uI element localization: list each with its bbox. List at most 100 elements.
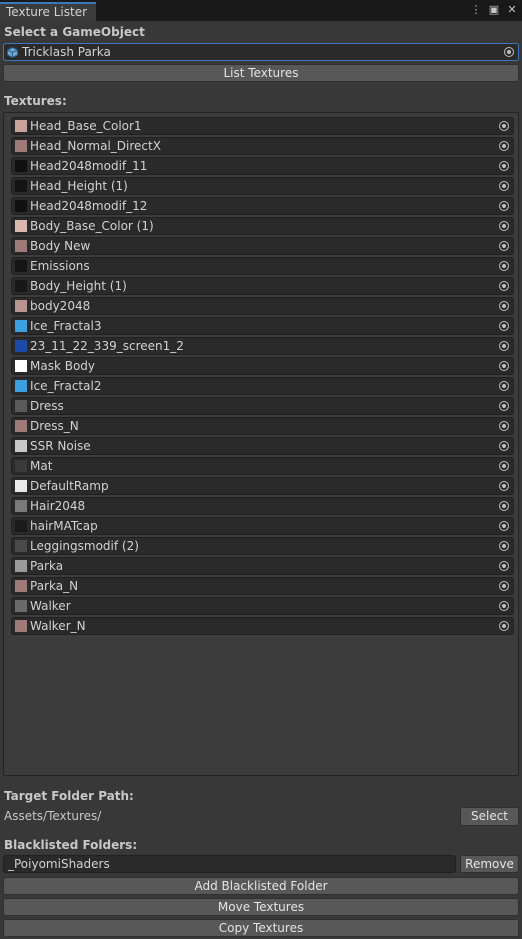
texture-name: Hair2048 xyxy=(30,499,86,513)
texture-thumbnail-icon xyxy=(15,320,27,332)
object-picker-icon[interactable] xyxy=(499,381,509,391)
texture-name: Ice_Fractal3 xyxy=(30,319,102,333)
blacklisted-folders-label: Blacklisted Folders: xyxy=(4,838,138,852)
object-picker-icon[interactable] xyxy=(499,181,509,191)
texture-thumbnail-icon xyxy=(15,280,27,292)
object-picker-icon[interactable] xyxy=(499,621,509,631)
object-picker-icon[interactable] xyxy=(499,141,509,151)
texture-name: Emissions xyxy=(30,259,90,273)
texture-row[interactable]: Body New xyxy=(11,237,514,255)
more-vert-icon[interactable]: ⋮ xyxy=(470,3,482,17)
window-tab-bar: Texture Lister ⋮ ▣ ✕ xyxy=(0,0,522,21)
texture-row[interactable]: Head_Normal_DirectX xyxy=(11,137,514,155)
texture-row[interactable]: Hair2048 xyxy=(11,497,514,515)
texture-thumbnail-icon xyxy=(15,300,27,312)
texture-row[interactable]: Walker xyxy=(11,597,514,615)
move-textures-button[interactable]: Move Textures xyxy=(3,898,519,916)
texture-row[interactable]: Ice_Fractal2 xyxy=(11,377,514,395)
texture-name: Parka_N xyxy=(30,579,79,593)
texture-row[interactable]: Dress_N xyxy=(11,417,514,435)
texture-name: Leggingsmodif (2) xyxy=(30,539,139,553)
texture-row[interactable]: DefaultRamp xyxy=(11,477,514,495)
object-picker-icon[interactable] xyxy=(499,301,509,311)
texture-thumbnail-icon xyxy=(15,460,27,472)
texture-name: hairMATcap xyxy=(30,519,98,533)
object-picker-icon[interactable] xyxy=(504,47,514,57)
texture-row[interactable]: 23_11_22_339_screen1_2 xyxy=(11,337,514,355)
texture-row[interactable]: Parka xyxy=(11,557,514,575)
texture-row[interactable]: Mask Body xyxy=(11,357,514,375)
texture-name: DefaultRamp xyxy=(30,479,109,493)
texture-thumbnail-icon xyxy=(15,440,27,452)
remove-blacklisted-button[interactable]: Remove xyxy=(460,855,519,873)
add-blacklisted-folder-button[interactable]: Add Blacklisted Folder xyxy=(3,877,519,895)
object-picker-icon[interactable] xyxy=(499,421,509,431)
object-picker-icon[interactable] xyxy=(499,361,509,371)
texture-row[interactable]: Body_Base_Color (1) xyxy=(11,217,514,235)
object-picker-icon[interactable] xyxy=(499,501,509,511)
blacklisted-folder-field[interactable]: _PoiyomiShaders xyxy=(3,855,456,873)
object-picker-icon[interactable] xyxy=(499,161,509,171)
object-picker-icon[interactable] xyxy=(499,281,509,291)
object-picker-icon[interactable] xyxy=(499,401,509,411)
close-icon[interactable]: ✕ xyxy=(506,3,518,17)
object-picker-icon[interactable] xyxy=(499,341,509,351)
texture-row[interactable]: Parka_N xyxy=(11,577,514,595)
texture-row[interactable]: Dress xyxy=(11,397,514,415)
object-picker-icon[interactable] xyxy=(499,541,509,551)
texture-name: body2048 xyxy=(30,299,91,313)
object-picker-icon[interactable] xyxy=(499,441,509,451)
object-picker-icon[interactable] xyxy=(499,121,509,131)
texture-row[interactable]: Head2048modif_12 xyxy=(11,197,514,215)
texture-name: Dress xyxy=(30,399,64,413)
texture-name: Body_Base_Color (1) xyxy=(30,219,154,233)
window-controls: ⋮ ▣ ✕ xyxy=(470,3,518,17)
texture-row[interactable]: Mat xyxy=(11,457,514,475)
texture-row[interactable]: SSR Noise xyxy=(11,437,514,455)
object-picker-icon[interactable] xyxy=(499,481,509,491)
texture-name: Body_Height (1) xyxy=(30,279,127,293)
copy-textures-button[interactable]: Copy Textures xyxy=(3,919,519,937)
texture-thumbnail-icon xyxy=(15,540,27,552)
object-picker-icon[interactable] xyxy=(499,521,509,531)
texture-name: SSR Noise xyxy=(30,439,91,453)
texture-row[interactable]: Head_Base_Color1 xyxy=(11,117,514,135)
texture-name: Mask Body xyxy=(30,359,96,373)
tab-texture-lister[interactable]: Texture Lister xyxy=(0,2,96,21)
texture-thumbnail-icon xyxy=(15,120,27,132)
texture-name: Head_Normal_DirectX xyxy=(30,139,161,153)
texture-name: Head_Height (1) xyxy=(30,179,128,193)
texture-thumbnail-icon xyxy=(15,180,27,192)
cube-icon xyxy=(7,46,18,58)
texture-row[interactable]: Leggingsmodif (2) xyxy=(11,537,514,555)
list-textures-button[interactable]: List Textures xyxy=(3,64,519,82)
texture-row[interactable]: hairMATcap xyxy=(11,517,514,535)
object-picker-icon[interactable] xyxy=(499,261,509,271)
object-picker-icon[interactable] xyxy=(499,561,509,571)
object-picker-icon[interactable] xyxy=(499,201,509,211)
texture-row[interactable]: Body_Height (1) xyxy=(11,277,514,295)
object-picker-icon[interactable] xyxy=(499,241,509,251)
texture-row[interactable]: Emissions xyxy=(11,257,514,275)
object-picker-icon[interactable] xyxy=(499,601,509,611)
texture-name: Ice_Fractal2 xyxy=(30,379,102,393)
gameobject-field[interactable]: Tricklash Parka xyxy=(3,43,519,61)
object-picker-icon[interactable] xyxy=(499,221,509,231)
texture-thumbnail-icon xyxy=(15,340,27,352)
target-folder-path: Assets/Textures/ xyxy=(4,809,102,823)
select-folder-button[interactable]: Select xyxy=(460,807,519,826)
texture-row[interactable]: Head2048modif_11 xyxy=(11,157,514,175)
texture-row[interactable]: body2048 xyxy=(11,297,514,315)
texture-row[interactable]: Ice_Fractal3 xyxy=(11,317,514,335)
texture-name: Head_Base_Color1 xyxy=(30,119,142,133)
texture-name: Head2048modif_12 xyxy=(30,199,148,213)
texture-list[interactable]: Head_Base_Color1 Head_Normal_DirectX Head2… xyxy=(3,112,519,776)
texture-row[interactable]: Walker_N xyxy=(11,617,514,635)
object-picker-icon[interactable] xyxy=(499,321,509,331)
object-picker-icon[interactable] xyxy=(499,461,509,471)
texture-name: Dress_N xyxy=(30,419,79,433)
texture-row[interactable]: Head_Height (1) xyxy=(11,177,514,195)
maximize-icon[interactable]: ▣ xyxy=(488,3,500,17)
object-picker-icon[interactable] xyxy=(499,581,509,591)
texture-thumbnail-icon xyxy=(15,580,27,592)
